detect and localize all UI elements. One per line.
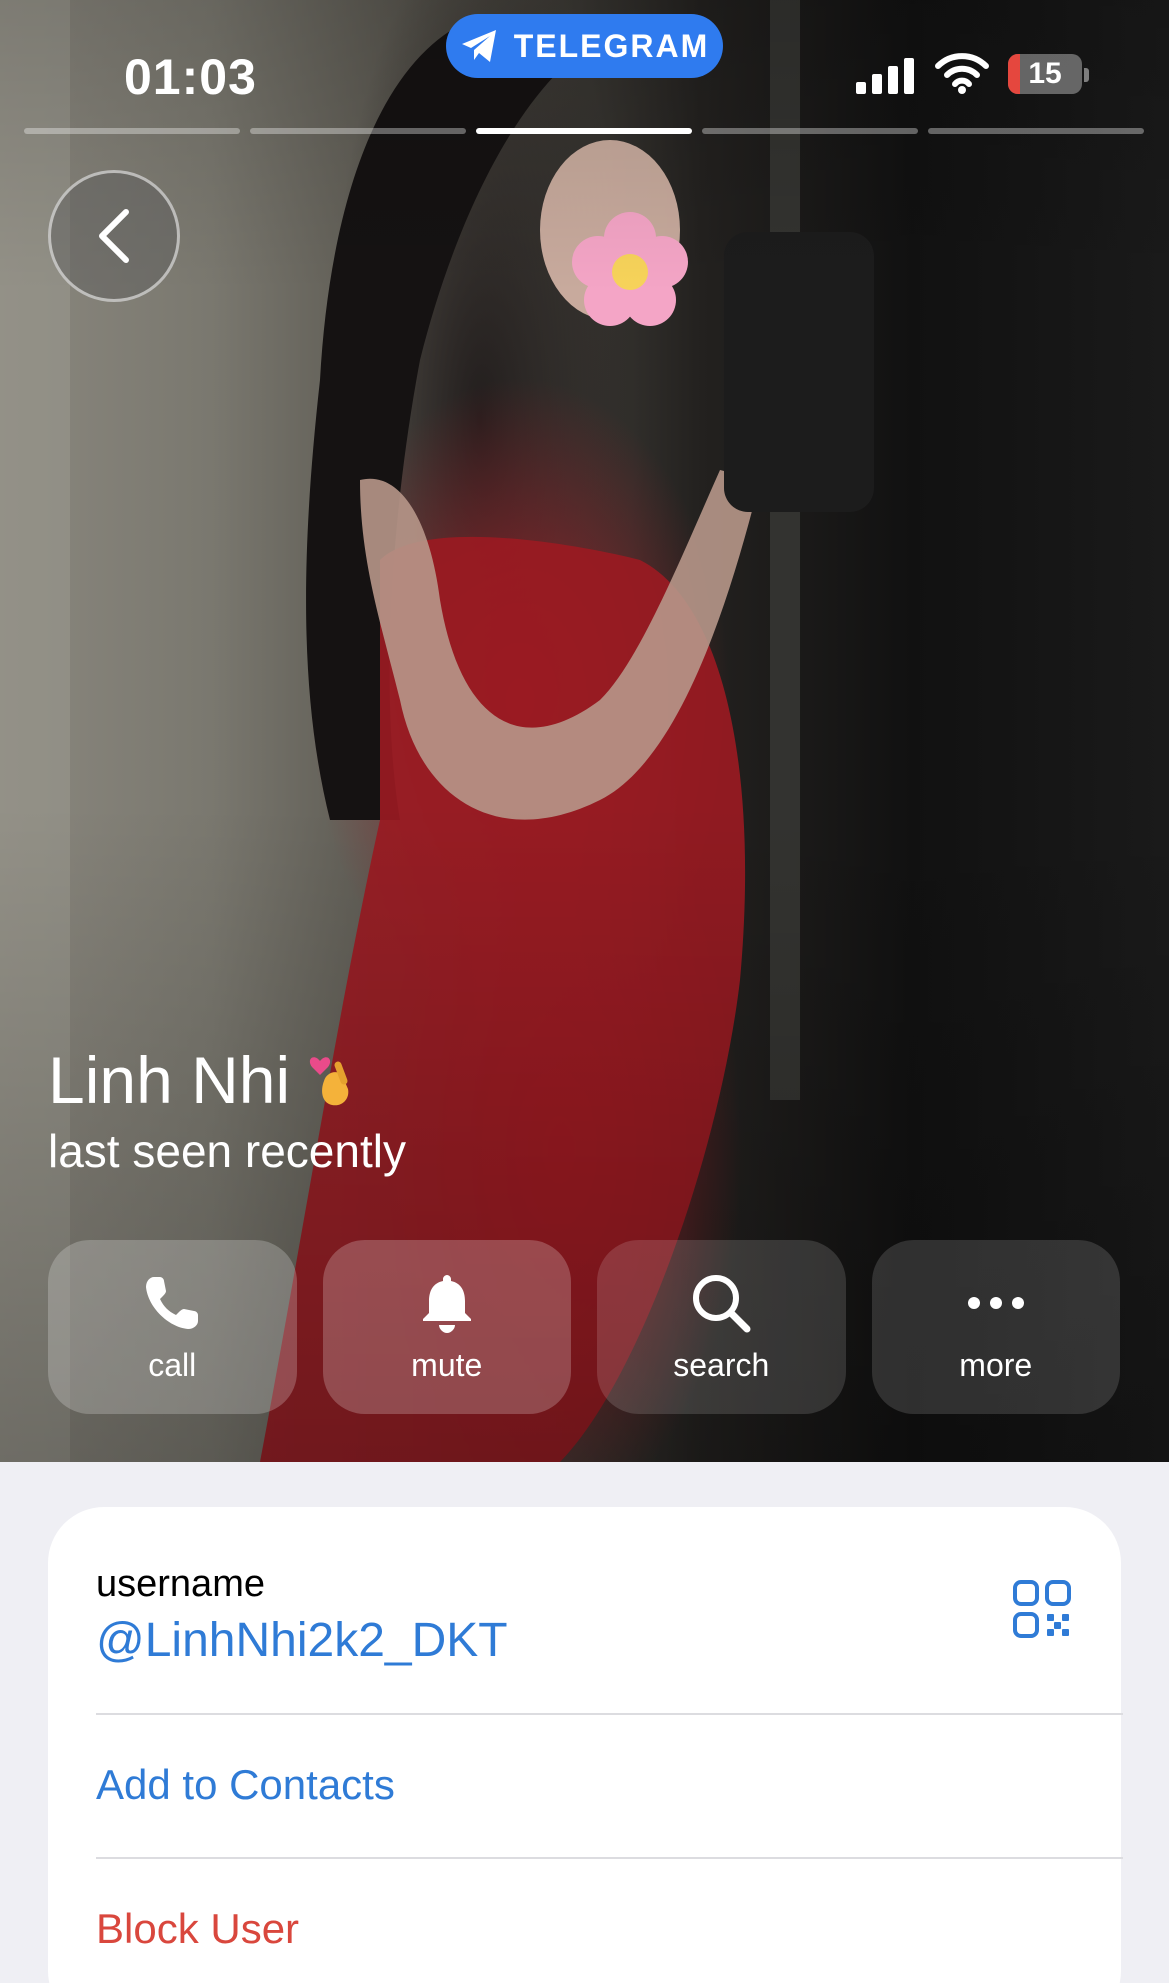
wifi-icon (935, 53, 989, 94)
mute-label: mute (411, 1346, 483, 1383)
profile-name: Linh Nhi (48, 1043, 291, 1117)
telegram-pill[interactable]: TELEGRAM (446, 14, 723, 78)
call-label: call (148, 1346, 197, 1383)
battery-level: 15 (1028, 57, 1062, 90)
username-label: username (96, 1563, 265, 1605)
add-to-contacts-button[interactable]: Add to Contacts (96, 1761, 395, 1809)
telegram-icon (461, 30, 496, 62)
divider (96, 1713, 1123, 1715)
progress-segment[interactable] (250, 128, 466, 134)
bell-icon (422, 1274, 471, 1333)
signal-icon (856, 58, 914, 94)
username-value[interactable]: @LinhNhi2k2_DKT (96, 1613, 508, 1668)
qr-code-icon[interactable] (1012, 1579, 1072, 1639)
progress-segment[interactable] (702, 128, 918, 134)
divider (96, 1857, 1123, 1859)
finger-heart-emoji-icon (310, 1057, 349, 1106)
phone-icon (146, 1276, 199, 1329)
profile-actions: call mute search more (48, 1240, 1120, 1414)
call-button[interactable]: call (48, 1240, 297, 1414)
search-button[interactable]: search (597, 1240, 846, 1414)
telegram-pill-label: TELEGRAM (513, 27, 710, 64)
battery-cap (1084, 68, 1089, 82)
more-label: more (959, 1346, 1033, 1383)
progress-segment[interactable] (928, 128, 1144, 134)
battery-indicator: 15 (1008, 54, 1082, 94)
more-button[interactable]: more (871, 1240, 1120, 1414)
block-user-button[interactable]: Block User (96, 1905, 299, 1953)
status-time: 01:03 (124, 49, 257, 105)
mute-button[interactable]: mute (322, 1240, 571, 1414)
more-icon (967, 1296, 1024, 1309)
search-icon (693, 1274, 751, 1332)
profile-name-row: Linh Nhi (48, 1042, 358, 1118)
search-label: search (673, 1346, 770, 1383)
progress-segment[interactable] (24, 128, 240, 134)
chevron-left-icon (99, 209, 129, 263)
profile-last-seen: last seen recently (48, 1125, 406, 1177)
profile-info-card: username @LinhNhi2k2_DKT Add to Contacts… (48, 1507, 1123, 1983)
photo-progress-bar (24, 128, 1144, 134)
progress-segment-active[interactable] (476, 128, 692, 134)
back-button[interactable] (48, 170, 180, 302)
